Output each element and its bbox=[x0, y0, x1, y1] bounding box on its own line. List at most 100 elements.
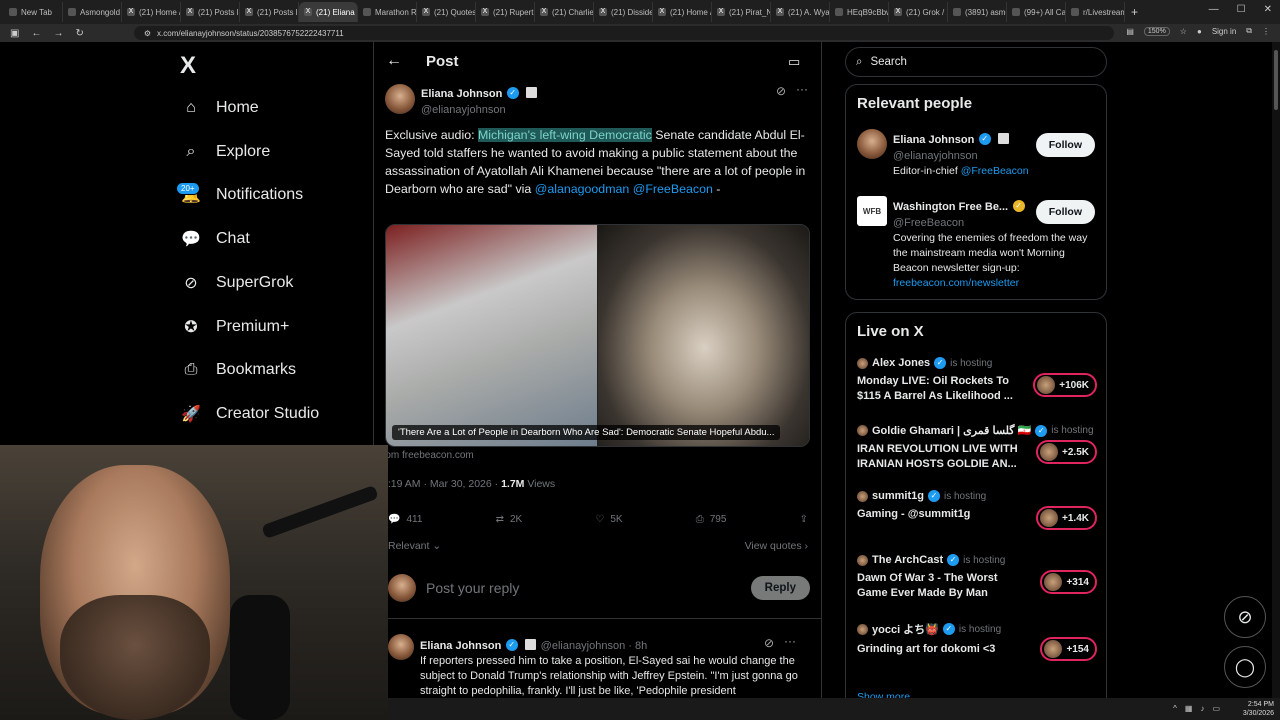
menu-icon[interactable]: ⋮ bbox=[1262, 27, 1270, 36]
maximize-icon[interactable]: ☐ bbox=[1237, 4, 1246, 15]
avatar[interactable] bbox=[385, 84, 415, 114]
back-arrow-icon[interactable]: ← bbox=[386, 52, 402, 70]
url-field[interactable]: ⚙ x.com/elianayjohnson/status/2038576752… bbox=[133, 26, 1114, 40]
scrollbar[interactable] bbox=[1272, 42, 1280, 698]
browser-tab[interactable]: X (21) Home / X bbox=[122, 2, 181, 22]
speaker-icon[interactable]: ♪ bbox=[1200, 704, 1204, 713]
follow-button[interactable]: Follow bbox=[1035, 200, 1095, 224]
host-name[interactable]: Alex Jones bbox=[872, 357, 930, 369]
host-name[interactable]: Goldie Ghamari | گلسا قمری 🇮🇷 bbox=[872, 424, 1031, 437]
host-name[interactable]: summit1g bbox=[872, 490, 924, 502]
site-info-icon[interactable]: ⚙ bbox=[144, 29, 151, 38]
link-card-image[interactable]: 'There Are a Lot of People in Dearborn W… bbox=[385, 224, 810, 447]
live-item[interactable]: Goldie Ghamari | گلسا قمری 🇮🇷 ✓ is hosting… bbox=[857, 424, 1097, 472]
view-quotes-link[interactable]: View quotes › bbox=[745, 540, 808, 552]
reply-button[interactable]: Reply bbox=[750, 576, 810, 600]
network-icon[interactable]: ▦ bbox=[1185, 704, 1193, 713]
reply-input[interactable]: Post your reply bbox=[426, 580, 741, 596]
notification-icon[interactable]: ▭ bbox=[1212, 704, 1220, 713]
host-name[interactable]: yocci よち👹 bbox=[872, 621, 939, 637]
close-icon[interactable]: ✕ bbox=[1264, 4, 1272, 15]
live-listeners-badge[interactable]: +106K bbox=[1033, 373, 1097, 397]
browser-tab[interactable]: X (21) Rupert Lo bbox=[476, 2, 535, 22]
new-tab-icon[interactable]: + bbox=[1131, 5, 1138, 19]
live-item[interactable]: summit1g ✓ is hosting Gaming - @summit1g +1.… bbox=[857, 490, 1097, 530]
follow-button[interactable]: Follow bbox=[1035, 133, 1095, 157]
mention-link[interactable]: @alanagoodman bbox=[535, 182, 630, 196]
live-item[interactable]: The ArchCast ✓ is hosting Dawn Of War 3 - T… bbox=[857, 554, 1097, 601]
browser-tab[interactable]: X (21) Dissident bbox=[594, 2, 653, 22]
timestamp[interactable]: 6:19 AM · Mar 30, 2026 · bbox=[382, 478, 501, 490]
grok-icon[interactable]: ⊘ bbox=[776, 84, 786, 98]
wfb-logo[interactable]: WFB bbox=[857, 196, 887, 226]
card-source[interactable]: rom freebeacon.com bbox=[382, 450, 474, 461]
clock[interactable]: 2:54 PM 3/30/2026 bbox=[1243, 700, 1274, 718]
chevron-up-icon[interactable]: ^ bbox=[1173, 704, 1177, 713]
scrollbar-thumb[interactable] bbox=[1274, 50, 1278, 110]
browser-tab[interactable]: X (21) Quotes of bbox=[417, 2, 476, 22]
live-listeners-badge[interactable]: +314 bbox=[1040, 570, 1097, 594]
host-name[interactable]: The ArchCast bbox=[872, 554, 943, 566]
signin-label[interactable]: Sign in bbox=[1212, 27, 1236, 36]
live-listeners-badge[interactable]: +1.4K bbox=[1036, 506, 1097, 530]
sidebar-item-explore[interactable]: ⌕ Explore bbox=[180, 137, 271, 167]
author-name[interactable]: Eliana Johnson bbox=[420, 640, 501, 652]
minimize-icon[interactable]: — bbox=[1209, 4, 1219, 15]
bio-link[interactable]: freebeacon.com/newsletter bbox=[893, 277, 1019, 289]
share-action[interactable]: ⇪ bbox=[800, 514, 808, 525]
star-icon[interactable]: ☆ bbox=[1180, 27, 1187, 36]
browser-tab[interactable]: (3891) asmon bbox=[948, 2, 1007, 22]
avatar[interactable] bbox=[388, 634, 414, 660]
person-name[interactable]: Eliana Johnson bbox=[893, 134, 974, 146]
browser-tab[interactable]: X (21) Posts like bbox=[181, 2, 240, 22]
sidebar-item-bookmarks[interactable]: ⎙ Bookmarks bbox=[180, 355, 296, 385]
profile-icon[interactable]: ● bbox=[1197, 27, 1202, 36]
mention-link[interactable]: @FreeBeacon bbox=[633, 182, 713, 196]
author-name[interactable]: Eliana Johnson bbox=[421, 88, 502, 100]
grok-icon[interactable]: ⊘ bbox=[764, 636, 774, 650]
browser-tab[interactable]: Marathon Rev bbox=[358, 2, 417, 22]
bio-link[interactable]: @FreeBeacon bbox=[961, 165, 1029, 177]
sidebar-item-premium[interactable]: ✪ Premium+ bbox=[180, 312, 289, 342]
sidebar-item-creator-studio[interactable]: 🚀 Creator Studio bbox=[180, 399, 319, 429]
reply-action[interactable]: 💬 411 bbox=[388, 514, 422, 525]
search-input[interactable]: ⌕ Search bbox=[845, 47, 1107, 77]
reader-icon[interactable]: ▤ bbox=[1126, 27, 1134, 36]
author-handle[interactable]: @elianayjohnson · 8h bbox=[541, 640, 648, 652]
browser-tab[interactable]: r/Livestreamf bbox=[1066, 2, 1125, 22]
sidebar-item-supergrok[interactable]: ⊘ SuperGrok bbox=[180, 268, 293, 298]
chat-fab[interactable]: ◯ bbox=[1224, 646, 1266, 688]
repost-action[interactable]: ⇄ 2K bbox=[496, 514, 523, 525]
sort-dropdown[interactable]: Relevant ⌄ bbox=[388, 540, 441, 552]
avatar[interactable] bbox=[857, 129, 887, 159]
sidebar-toggle-icon[interactable]: ▣ bbox=[10, 28, 19, 39]
live-item[interactable]: Alex Jones ✓ is hosting Monday LIVE: Oil Ro… bbox=[857, 357, 1097, 404]
like-action[interactable]: ♡ 5K bbox=[595, 514, 622, 525]
zoom-indicator[interactable]: 150% bbox=[1143, 26, 1170, 36]
x-logo[interactable]: X bbox=[180, 52, 196, 80]
sidebar-item-home[interactable]: ⌂ Home bbox=[180, 93, 259, 123]
browser-tab[interactable]: X (21) Posts like bbox=[240, 2, 299, 22]
browser-tab[interactable]: X (21) Eliana bbox=[299, 2, 358, 22]
more-icon[interactable]: ··· bbox=[796, 82, 808, 96]
sidebar-item-chat[interactable]: 💬 Chat bbox=[180, 224, 250, 254]
reader-mode-icon[interactable]: ▭ bbox=[788, 54, 800, 70]
browser-tab[interactable]: (99+) All Cate bbox=[1007, 2, 1066, 22]
live-listeners-badge[interactable]: +154 bbox=[1040, 637, 1097, 661]
extensions-icon[interactable]: ⧉ bbox=[1246, 26, 1252, 36]
person-handle[interactable]: @FreeBeacon bbox=[893, 217, 1025, 229]
person-name[interactable]: Washington Free Be... bbox=[893, 201, 1008, 213]
grok-fab[interactable]: ⊘ bbox=[1224, 596, 1266, 638]
browser-tab[interactable]: X (21) Charlie D bbox=[535, 2, 594, 22]
person-handle[interactable]: @elianayjohnson bbox=[893, 150, 1009, 162]
browser-tab[interactable]: HEqB9cBbwA bbox=[830, 2, 889, 22]
back-icon[interactable]: ← bbox=[31, 28, 41, 39]
browser-tab[interactable]: New Tab bbox=[4, 2, 63, 22]
bookmark-action[interactable]: ⎙ 795 bbox=[696, 514, 727, 525]
browser-tab[interactable]: Asmongold bbox=[63, 2, 122, 22]
live-item[interactable]: yocci よち👹 ✓ is hosting Grinding art for dok… bbox=[857, 621, 1097, 661]
reload-icon[interactable]: ↻ bbox=[75, 28, 83, 39]
browser-tab[interactable]: X (21) Grok / X bbox=[889, 2, 948, 22]
browser-tab[interactable]: X (21) Pirat_Nat bbox=[712, 2, 771, 22]
browser-tab[interactable]: X (21) A. Wyatt bbox=[771, 2, 830, 22]
